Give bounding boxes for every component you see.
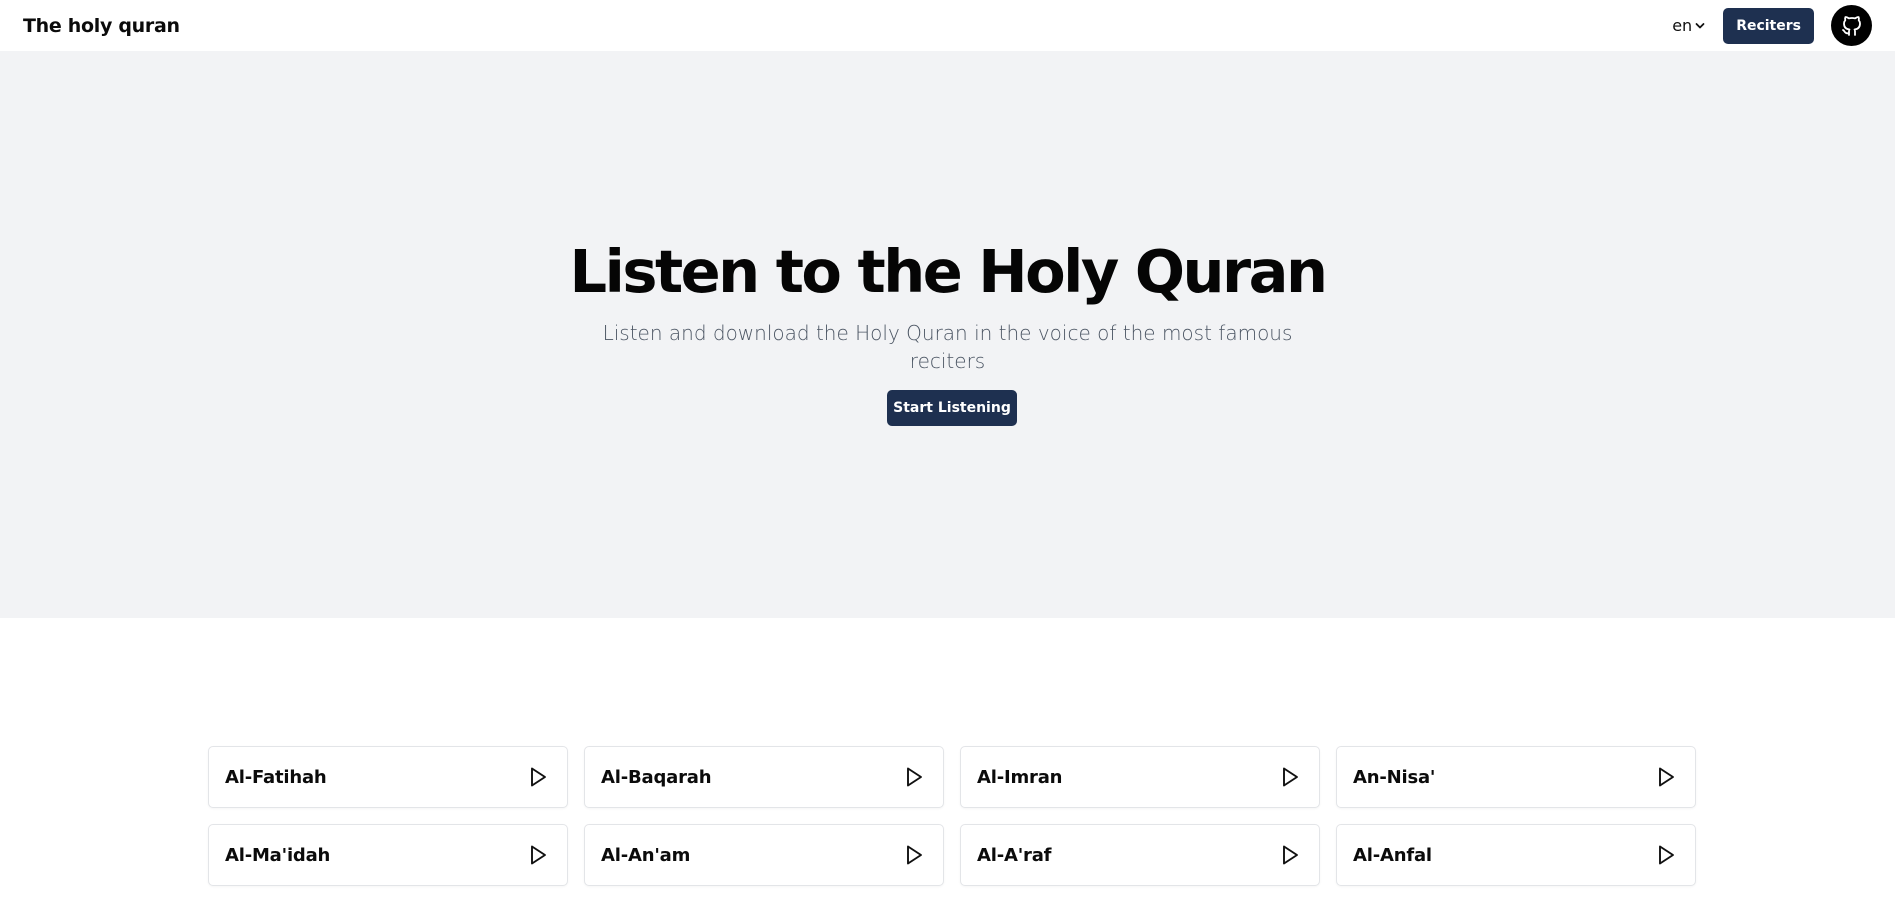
reciters-button[interactable]: Reciters — [1723, 7, 1814, 44]
surah-card[interactable]: Al-Imran — [960, 746, 1320, 808]
surah-name: Al-Baqarah — [601, 766, 712, 788]
surah-card[interactable]: Al-Anfal — [1336, 824, 1696, 886]
surah-name: Al-Ma'idah — [225, 844, 331, 866]
surah-name: Al-An'am — [601, 844, 691, 866]
surah-grid: Al-Fatihah Al-Baqarah Al-Imran An-Nisa' … — [208, 746, 1696, 886]
play-icon[interactable] — [527, 766, 549, 788]
play-icon[interactable] — [527, 844, 549, 866]
hero-section: Listen to the Holy Quran Listen and down… — [0, 51, 1895, 618]
surah-card[interactable]: Al-A'raf — [960, 824, 1320, 886]
navbar: The holy quran en Reciters — [0, 0, 1895, 51]
surah-name: Al-Fatihah — [225, 766, 327, 788]
surah-name: Al-Anfal — [1353, 844, 1432, 866]
surah-card[interactable]: Al-Ma'idah — [208, 824, 568, 886]
nav-actions: en Reciters — [1672, 5, 1872, 46]
github-icon — [1840, 14, 1864, 38]
language-select[interactable]: en — [1672, 16, 1705, 35]
surah-card[interactable]: Al-An'am — [584, 824, 944, 886]
surah-card[interactable]: Al-Baqarah — [584, 746, 944, 808]
surah-name: Al-A'raf — [977, 844, 1052, 866]
play-icon[interactable] — [1279, 766, 1301, 788]
surah-name: Al-Imran — [977, 766, 1063, 788]
github-button[interactable] — [1831, 5, 1872, 46]
play-icon[interactable] — [903, 766, 925, 788]
start-listening-button[interactable]: Start Listening — [887, 390, 1017, 426]
surah-card[interactable]: An-Nisa' — [1336, 746, 1696, 808]
play-icon[interactable] — [1655, 844, 1677, 866]
surah-name: An-Nisa' — [1353, 766, 1436, 788]
brand-link[interactable]: The holy quran — [23, 15, 180, 37]
play-icon[interactable] — [1655, 766, 1677, 788]
chevron-down-icon — [1695, 16, 1705, 35]
hero-subtitle: Listen and download the Holy Quran in th… — [602, 321, 1293, 373]
hero-title: Listen to the Holy Quran — [569, 237, 1328, 306]
surah-card[interactable]: Al-Fatihah — [208, 746, 568, 808]
language-select-value: en — [1672, 16, 1693, 35]
play-icon[interactable] — [903, 844, 925, 866]
play-icon[interactable] — [1279, 844, 1301, 866]
